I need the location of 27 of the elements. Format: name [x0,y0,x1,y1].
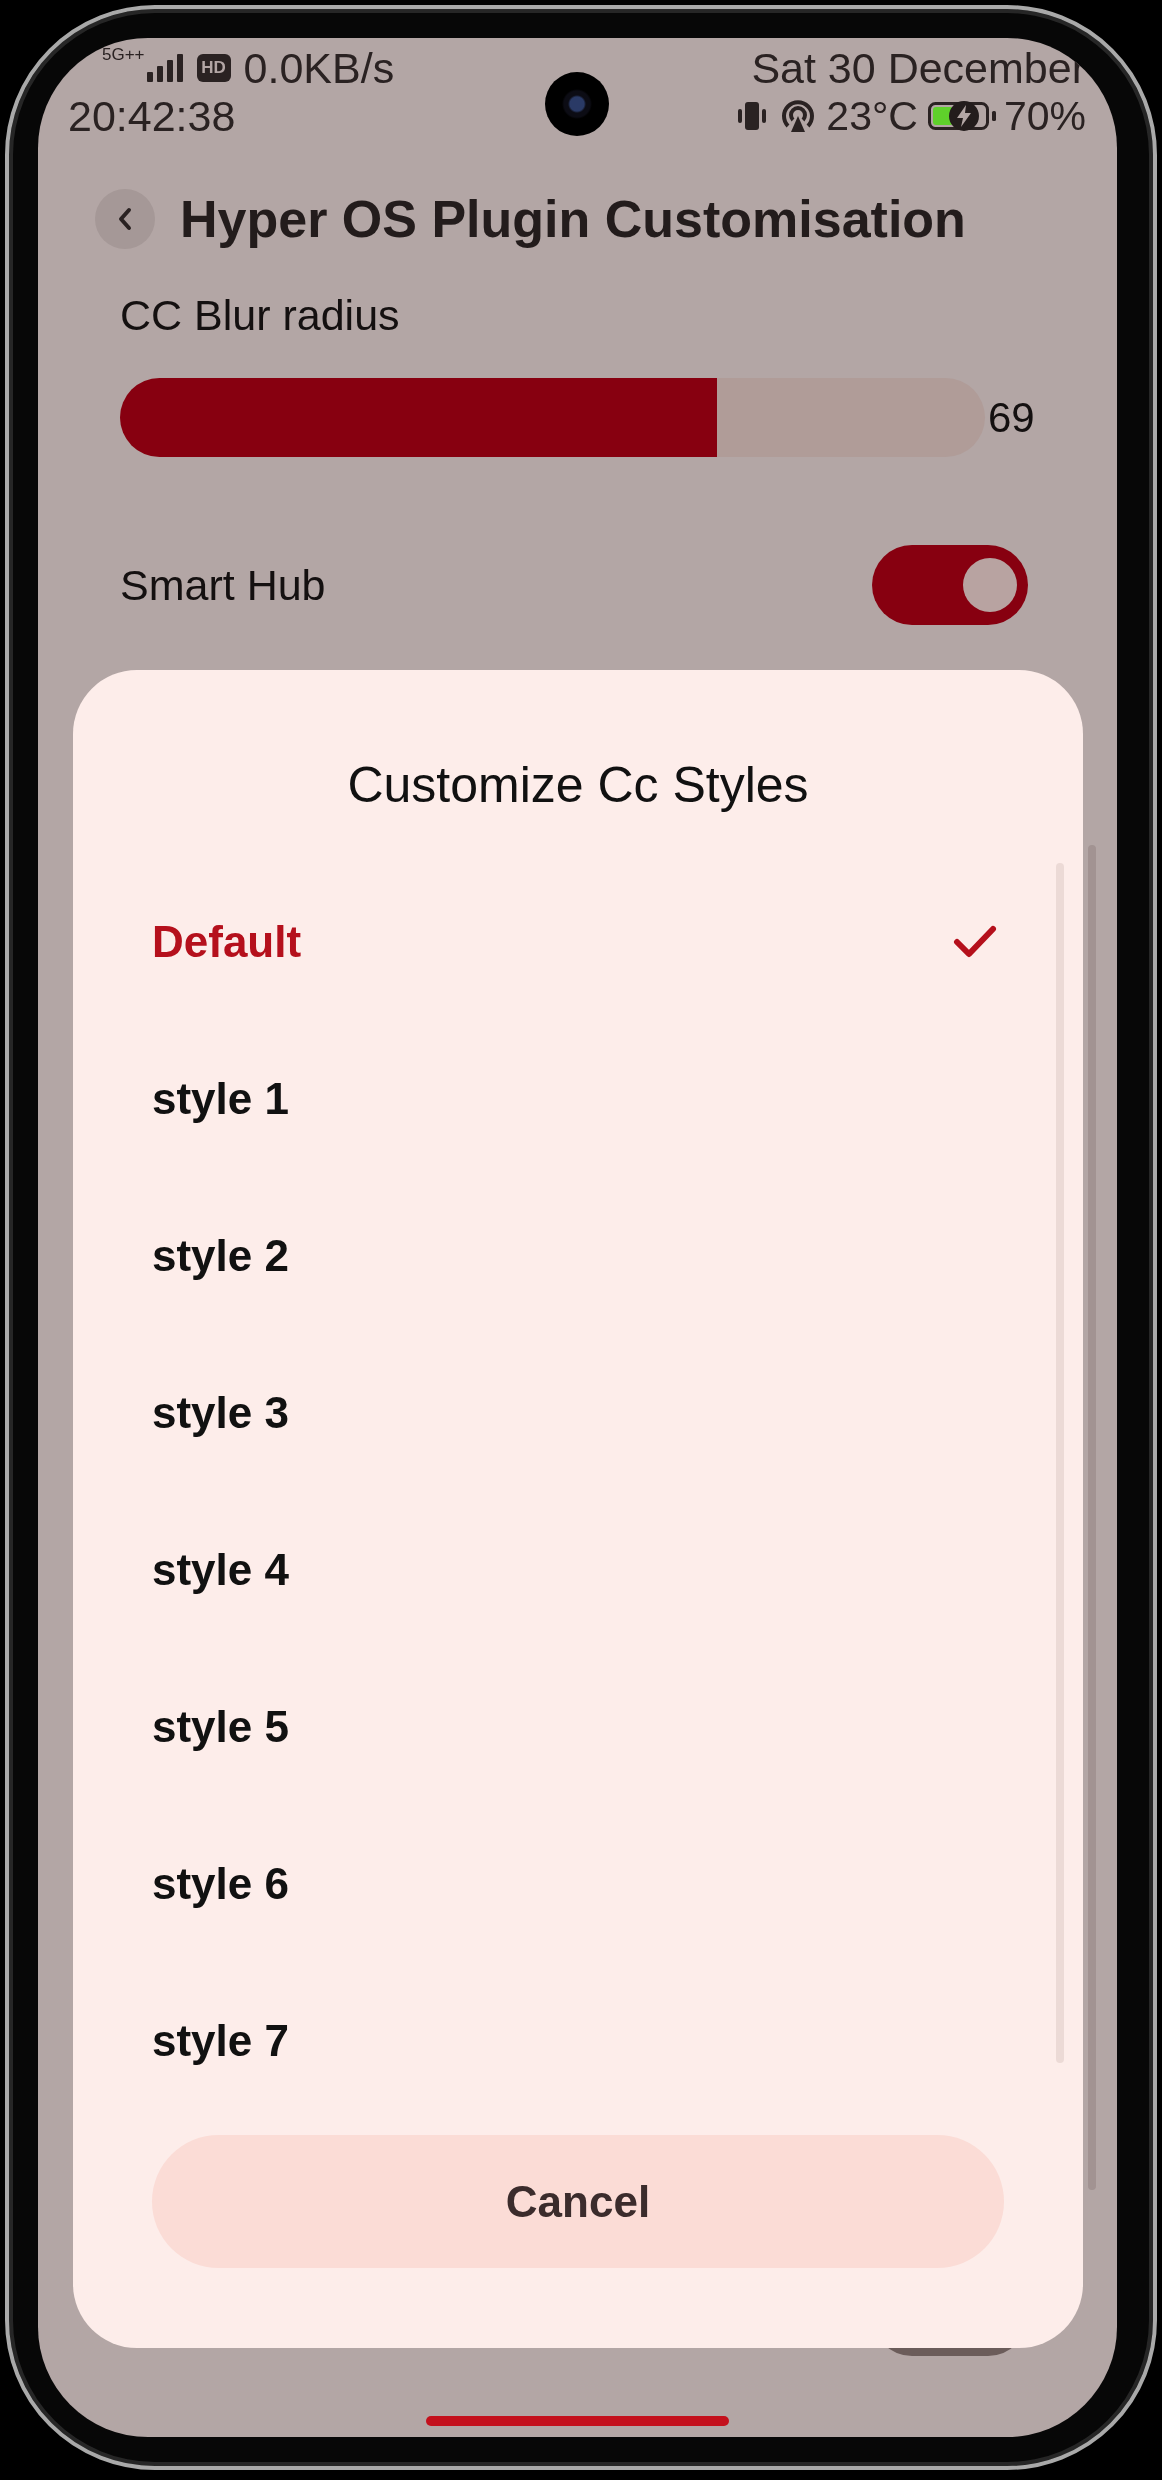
signal-icon [146,54,183,82]
temperature-label: 23°C [826,92,918,140]
style-option[interactable]: style 5 [73,1648,1083,1805]
date-label: Sat 30 December [751,44,1086,92]
vibrate-icon [736,100,769,132]
network-speed: 0.0KB/s [243,44,395,92]
battery-charging-icon [927,100,996,132]
hotspot-icon [780,99,817,133]
style-option[interactable]: Default [73,863,1083,1020]
dialog-title: Customize Cc Styles [347,756,809,815]
clock-time: 20:42:38 [68,92,236,140]
style-option[interactable]: style 2 [73,1177,1083,1334]
style-option[interactable]: style 4 [73,1491,1083,1648]
setting-label: Smart Hub [120,560,326,610]
style-option[interactable]: style 7 [73,1962,1083,2119]
check-icon [953,924,997,959]
network-type-label: 5G++ [102,46,145,64]
hd-badge: HD [196,54,231,82]
chevron-left-icon [118,207,132,231]
page-title: Hyper OS Plugin Customisation [180,189,966,250]
style-option[interactable]: style 1 [73,1020,1083,1177]
cancel-button[interactable]: Cancel [152,2135,1004,2268]
battery-percent: 70% [1003,92,1086,140]
style-option[interactable]: style 6 [73,1805,1083,1962]
setting-label: CC Blur radius [120,290,400,340]
style-option[interactable]: style 3 [73,1334,1083,1491]
slider-value: 69 [988,392,1035,443]
